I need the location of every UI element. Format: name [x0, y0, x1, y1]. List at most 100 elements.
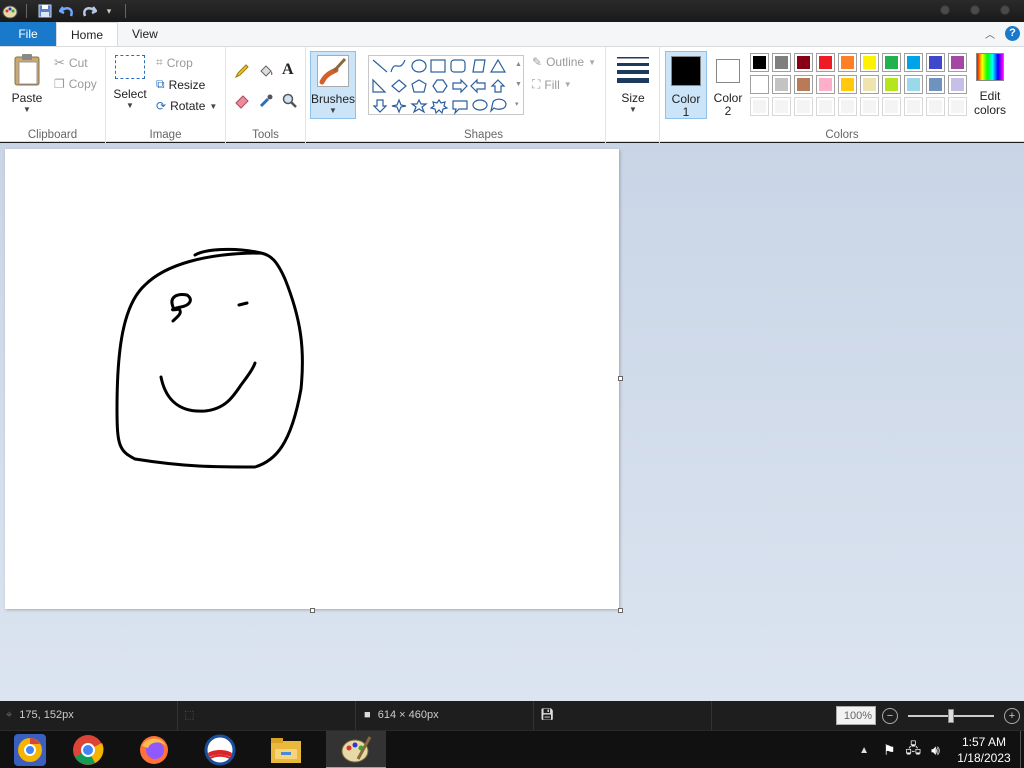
tab-home[interactable]: Home: [56, 22, 119, 46]
palette-swatch[interactable]: [882, 97, 901, 116]
palette-swatch[interactable]: [794, 75, 813, 94]
zoom-in-button[interactable]: +: [1004, 708, 1020, 724]
palette-swatch[interactable]: [926, 53, 945, 72]
palette-swatch[interactable]: [926, 97, 945, 116]
zoom-slider[interactable]: [908, 709, 994, 723]
resize-handle-right[interactable]: [618, 376, 623, 381]
palette-swatch[interactable]: [816, 75, 835, 94]
status-bar: ⌖ 175, 152px ⬚ ■ 614 × 460px 💾︎ 100% − +: [0, 701, 1024, 730]
palette-swatch[interactable]: [882, 75, 901, 94]
customize-caret-icon[interactable]: ▾: [101, 3, 117, 19]
palette-swatch[interactable]: [948, 53, 967, 72]
palette-swatch[interactable]: [926, 75, 945, 94]
size-button[interactable]: Size ▼: [614, 55, 652, 114]
palette-swatch-color: [907, 78, 920, 91]
collapse-ribbon-icon[interactable]: ︿: [985, 26, 995, 41]
resize-handle-bottom[interactable]: [310, 608, 315, 613]
network-icon[interactable]: 🖧︎: [906, 738, 922, 762]
palette-swatch[interactable]: [948, 75, 967, 94]
palette-swatch[interactable]: [794, 97, 813, 116]
taskbar-obama-logo[interactable]: [190, 731, 250, 768]
taskbar-chrome-canary[interactable]: [0, 731, 60, 768]
taskbar-paint[interactable]: [326, 731, 386, 768]
text-tool[interactable]: A: [282, 61, 294, 79]
save-icon[interactable]: [37, 3, 53, 19]
palette-swatch[interactable]: [904, 53, 923, 72]
palette-swatch[interactable]: [838, 75, 857, 94]
drawing-canvas[interactable]: [5, 149, 619, 609]
brushes-button[interactable]: Brushes ▼: [310, 51, 356, 119]
palette-swatch[interactable]: [904, 75, 923, 94]
palette-swatch-color: [797, 100, 810, 113]
minimize-button[interactable]: [940, 5, 950, 15]
palette-swatch-color: [841, 100, 854, 113]
zoom-slider-thumb[interactable]: [948, 709, 954, 723]
color-picker-tool[interactable]: [258, 93, 274, 109]
resize-button[interactable]: ⧉ Resize: [156, 77, 205, 92]
palette-swatch[interactable]: [838, 53, 857, 72]
outline-button[interactable]: ✎ Outline ▼: [532, 55, 596, 69]
palette-swatch[interactable]: [860, 53, 879, 72]
color2-button[interactable]: Color 2: [710, 51, 746, 119]
palette-swatch-color: [797, 56, 810, 69]
undo-icon[interactable]: [59, 3, 75, 19]
palette-swatch[interactable]: [772, 53, 791, 72]
palette-swatch[interactable]: [750, 97, 769, 116]
svg-text:▲: ▲: [515, 61, 522, 68]
taskbar-chrome[interactable]: [58, 731, 118, 768]
palette-swatch[interactable]: [772, 97, 791, 116]
fill-button[interactable]: ⛶ Fill ▼: [532, 77, 572, 92]
palette-swatch[interactable]: [860, 97, 879, 116]
volume-icon[interactable]: 🔊︎: [931, 742, 940, 759]
palette-swatch[interactable]: [904, 97, 923, 116]
paste-button[interactable]: Paste ▼: [8, 53, 46, 114]
title-bar: ▾: [0, 0, 1024, 22]
clock[interactable]: 1:57 AM 1/18/2023: [948, 734, 1020, 766]
crop-button[interactable]: ⌗ Crop: [156, 55, 193, 70]
tab-view[interactable]: View: [118, 22, 172, 46]
fill-caret-icon: ▼: [563, 80, 572, 89]
copy-button[interactable]: ❐ Copy: [54, 77, 97, 91]
resize-handle-corner[interactable]: [618, 608, 623, 613]
palette-swatch[interactable]: [816, 53, 835, 72]
close-button[interactable]: [1000, 5, 1010, 15]
palette-swatch[interactable]: [816, 97, 835, 116]
select-button[interactable]: Select ▼: [112, 55, 148, 110]
magnifier-tool[interactable]: [282, 93, 298, 109]
fill-tool[interactable]: [258, 63, 274, 79]
text-icon: A: [282, 61, 294, 78]
pencil-tool[interactable]: [234, 63, 250, 79]
cut-button[interactable]: ✂ Cut: [54, 55, 88, 71]
tab-file[interactable]: File: [0, 22, 56, 46]
shapes-gallery[interactable]: ▲ ▼ ▾: [368, 55, 524, 115]
palette-swatch[interactable]: [838, 97, 857, 116]
canvas-size: ■ 614 × 460px: [356, 701, 534, 730]
maximize-button[interactable]: [970, 5, 980, 15]
taskbar-firefox[interactable]: [124, 731, 184, 768]
show-desktop-button[interactable]: [1020, 731, 1024, 768]
edit-colors-button[interactable]: Edit colors: [972, 51, 1008, 121]
pencil-icon: [234, 64, 249, 79]
palette-swatch[interactable]: [794, 53, 813, 72]
help-button[interactable]: ?: [1005, 26, 1020, 41]
redo-icon[interactable]: [81, 3, 97, 19]
palette-swatch[interactable]: [772, 75, 791, 94]
palette-swatch[interactable]: [882, 53, 901, 72]
taskbar-file-explorer[interactable]: [256, 731, 316, 768]
color2-swatch: [716, 59, 740, 83]
crop-icon: ⌗: [156, 55, 163, 69]
paint-app-icon[interactable]: [2, 3, 18, 19]
palette-swatch[interactable]: [750, 75, 769, 94]
eraser-tool[interactable]: [234, 93, 250, 109]
palette-swatch[interactable]: [750, 53, 769, 72]
color1-button[interactable]: Color 1: [665, 51, 707, 119]
rotate-button[interactable]: ⟳ Rotate ▼: [156, 99, 217, 113]
shapes-group-label: Shapes: [463, 129, 503, 141]
palette-swatch-color: [929, 56, 942, 69]
zoom-out-button[interactable]: −: [882, 708, 898, 724]
palette-swatch[interactable]: [860, 75, 879, 94]
action-center-flag-icon[interactable]: ⚑: [883, 742, 896, 759]
palette-swatch-color: [753, 100, 766, 113]
palette-swatch[interactable]: [948, 97, 967, 116]
show-hidden-icons-icon[interactable]: ▲: [859, 745, 869, 756]
